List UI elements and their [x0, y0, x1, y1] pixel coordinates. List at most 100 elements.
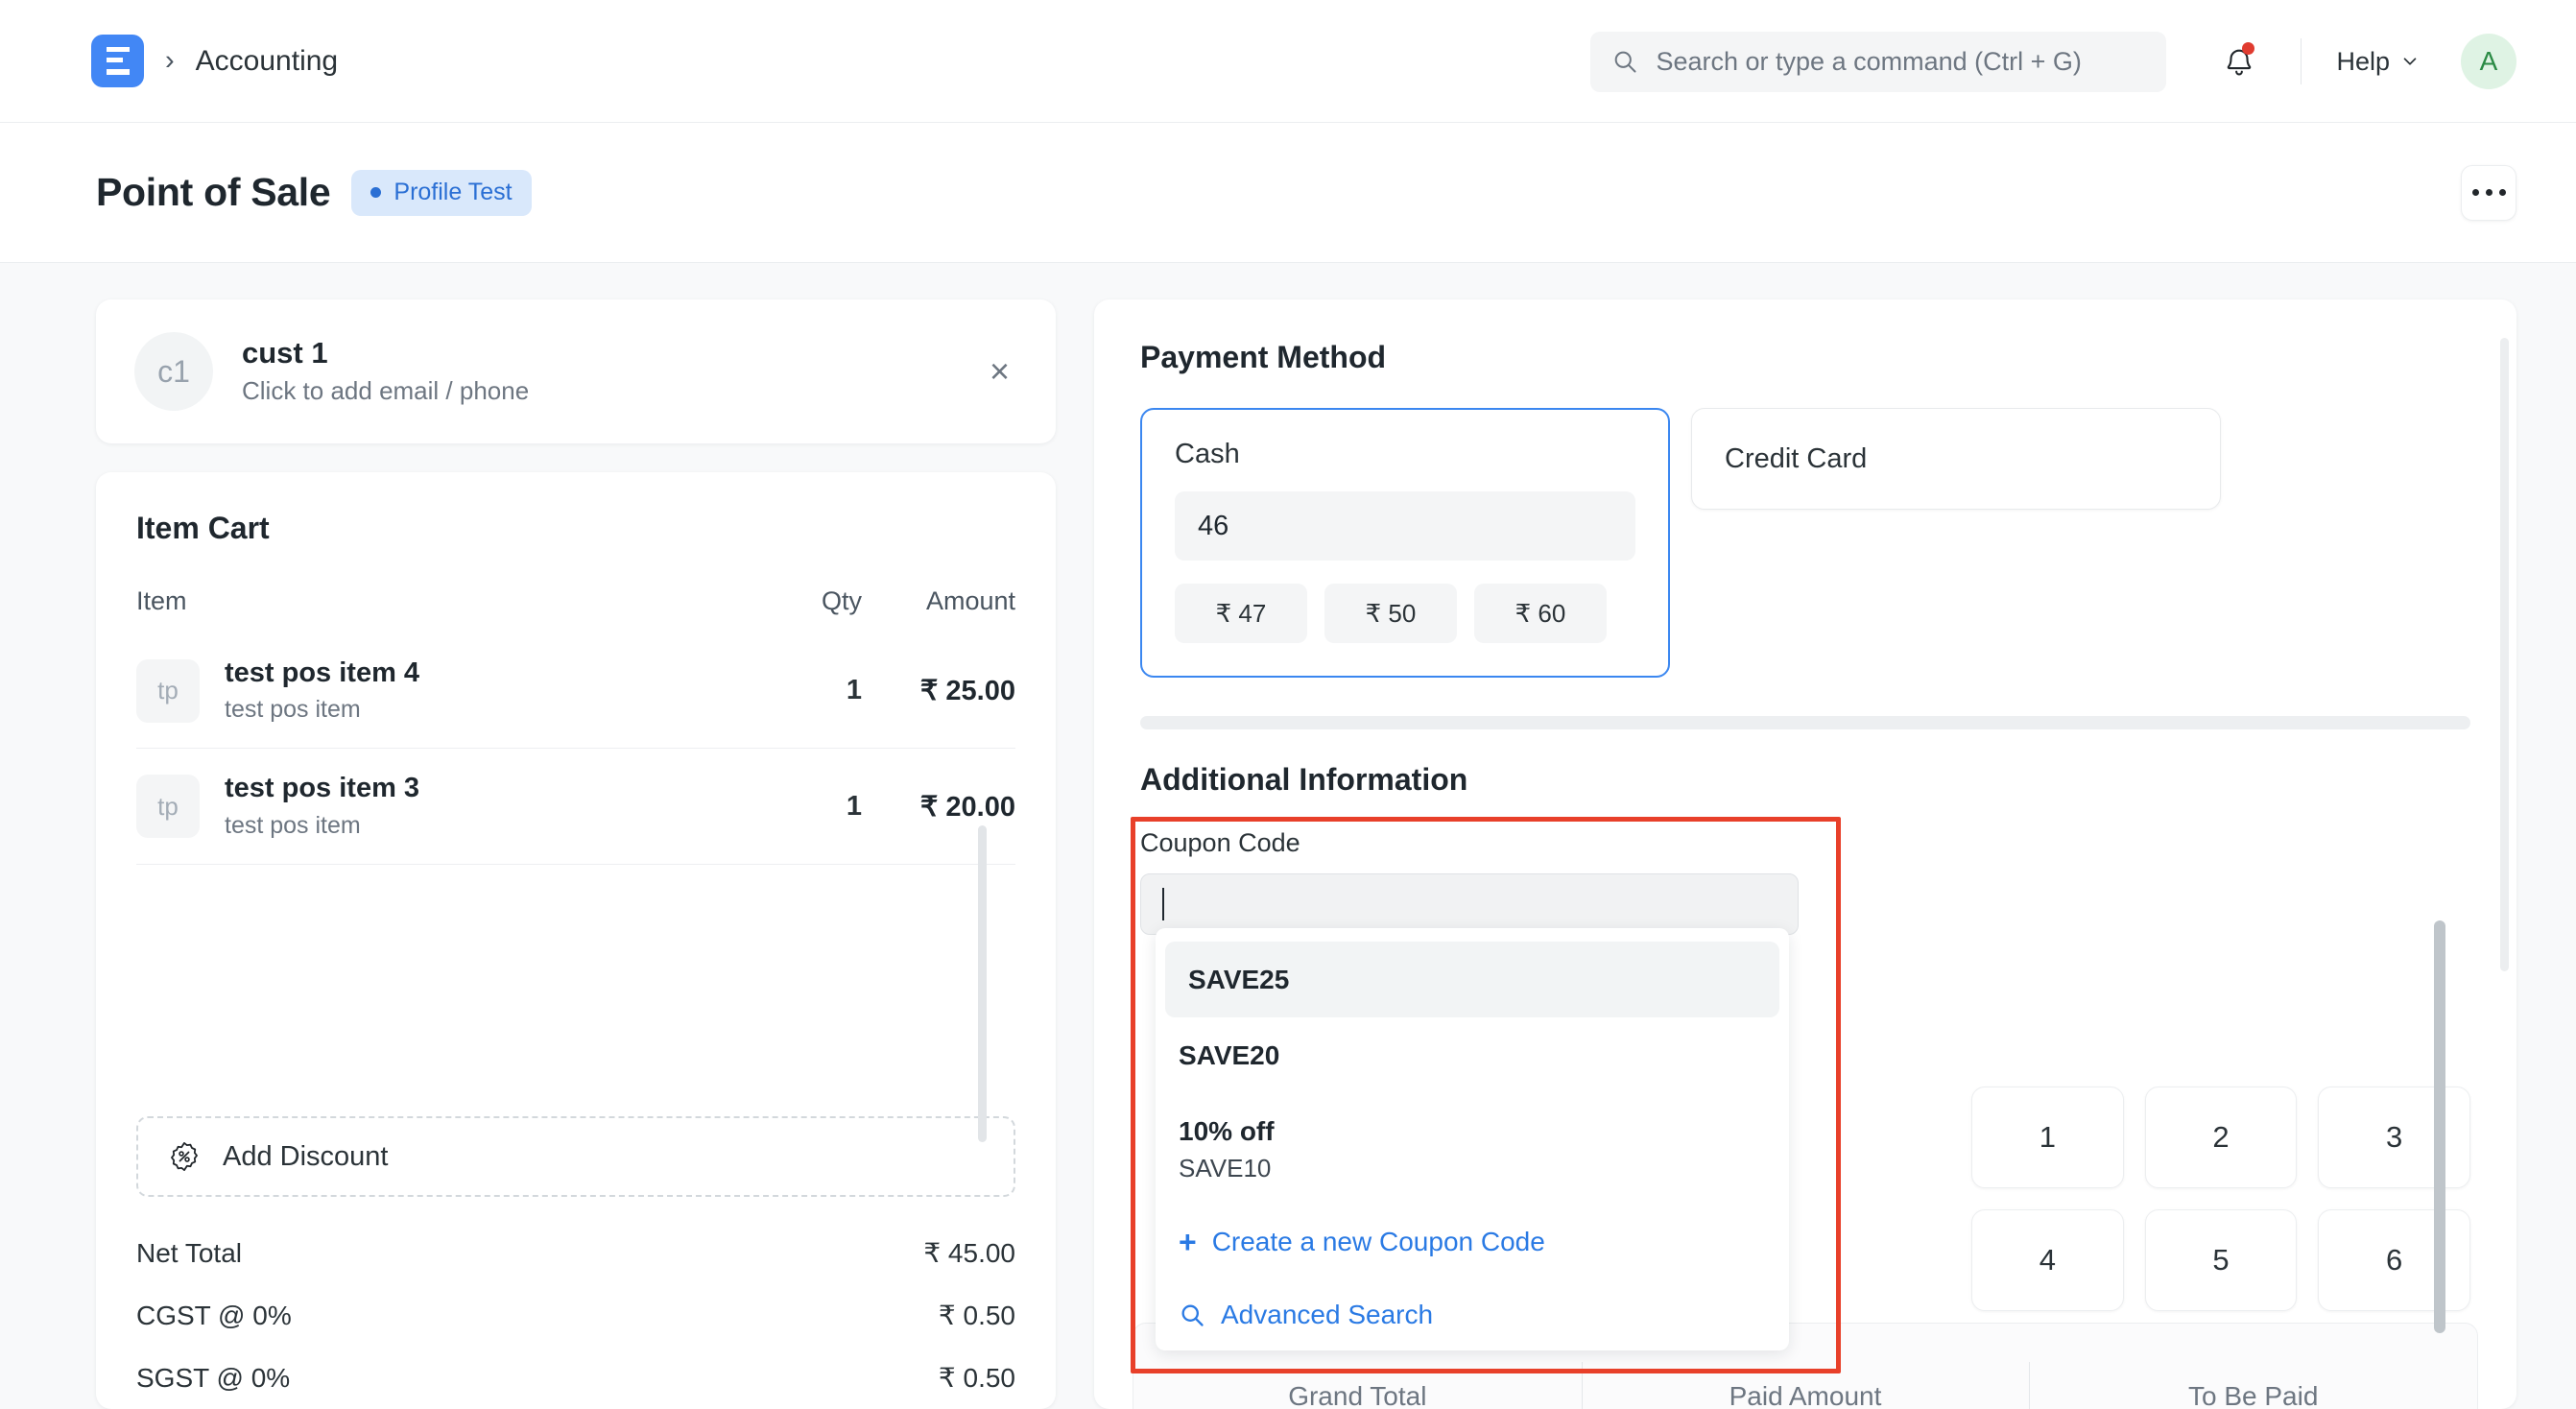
- help-menu[interactable]: Help: [2336, 47, 2421, 77]
- cash-shortcut-1[interactable]: ₹ 47: [1175, 584, 1307, 643]
- grand-total-label: Grand Total: [1288, 1381, 1427, 1409]
- pos-profile-badge[interactable]: Profile Test: [351, 169, 532, 216]
- cgst-label: CGST @ 0%: [136, 1300, 292, 1330]
- total-row-sgst: SGST @ 0% ₹ 0.50: [136, 1347, 1015, 1409]
- pos-body: c1 cust 1 Click to add email / phone × I…: [0, 263, 2576, 1409]
- payment-method-cash-label: Cash: [1175, 439, 1240, 469]
- item-description: test pos item: [225, 696, 361, 724]
- item-name: test pos item 3: [225, 773, 420, 804]
- dropdown-scrollbar[interactable]: [2434, 920, 2445, 1333]
- dropdown-option-sublabel: SAVE10: [1179, 1153, 1272, 1182]
- to-be-paid-label: To Be Paid: [2029, 1362, 2477, 1409]
- item-cart-card: Item Cart Item Qty Amount tp test pos it…: [96, 472, 1056, 1409]
- avatar-initial: A: [2479, 46, 2498, 76]
- create-new-coupon-code-action[interactable]: + Create a new Coupon Code: [1156, 1206, 1789, 1278]
- chevron-down-icon: [2403, 58, 2417, 65]
- cart-column: c1 cust 1 Click to add email / phone × I…: [96, 299, 1056, 1409]
- numpad-key-3[interactable]: 3: [2318, 1087, 2470, 1188]
- remove-customer-icon[interactable]: ×: [990, 351, 1010, 392]
- payment-method-cash[interactable]: Cash 46 ₹ 47 ₹ 50 ₹ 60: [1140, 408, 1670, 678]
- search-input[interactable]: Search or type a command (Ctrl + G): [1590, 31, 2167, 92]
- table-row[interactable]: tp test pos item 4 test pos item 1 ₹ 25.…: [136, 633, 1015, 750]
- customer-text: cust 1 Click to add email / phone: [242, 333, 529, 410]
- customer-subtitle[interactable]: Click to add email / phone: [242, 373, 529, 410]
- net-total-label: Net Total: [136, 1237, 242, 1268]
- item-amount: ₹ 20.00: [919, 791, 1015, 823]
- cart-header-item: Item: [136, 586, 187, 615]
- additional-information-section: Coupon Code SAVE25 SAVE20 10% off SAVE10…: [1131, 817, 2470, 1373]
- total-row-net: Net Total ₹ 45.00: [136, 1222, 1015, 1284]
- net-total-value: ₹ 45.00: [923, 1238, 1015, 1268]
- customer-avatar: c1: [134, 332, 213, 411]
- help-label: Help: [2336, 46, 2390, 76]
- section-divider[interactable]: [1140, 716, 2470, 729]
- status-dot-icon: [370, 187, 382, 198]
- item-name: test pos item 4: [225, 657, 420, 688]
- item-description: test pos item: [225, 811, 361, 839]
- dropdown-option-label: SAVE25: [1188, 965, 1290, 994]
- cart-header-amount: Amount: [925, 586, 1015, 615]
- cash-shortcut-2[interactable]: ₹ 50: [1324, 584, 1457, 643]
- search-placeholder: Search or type a command (Ctrl + G): [1656, 46, 2082, 76]
- cash-amount-input[interactable]: 46: [1175, 491, 1635, 561]
- numpad-key-2[interactable]: 2: [2144, 1087, 2298, 1188]
- item-qty: 1: [846, 675, 862, 706]
- customer-name: cust 1: [242, 336, 328, 370]
- payment-column: Payment Method Cash 46 ₹ 47 ₹ 50 ₹ 60 Cr…: [1094, 299, 2516, 1409]
- breadcrumb: › Accounting: [91, 35, 338, 87]
- coupon-code-input[interactable]: [1140, 873, 1799, 935]
- payment-panel: Payment Method Cash 46 ₹ 47 ₹ 50 ₹ 60 Cr…: [1094, 299, 2516, 1409]
- notifications-button[interactable]: [2212, 35, 2266, 88]
- numpad-key-1[interactable]: 1: [1971, 1087, 2124, 1188]
- cgst-value: ₹ 0.50: [938, 1301, 1015, 1330]
- cart-rows: tp test pos item 4 test pos item 1 ₹ 25.…: [136, 633, 1015, 1142]
- cart-column-headers: Item Qty Amount: [136, 586, 1015, 616]
- cart-scrollbar[interactable]: [978, 825, 987, 1142]
- item-thumbnail: tp: [136, 775, 200, 839]
- page-menu-button[interactable]: [2461, 164, 2516, 221]
- customer-avatar-initials: c1: [157, 353, 190, 389]
- navbar-divider: [2301, 38, 2302, 84]
- customer-card[interactable]: c1 cust 1 Click to add email / phone ×: [96, 299, 1056, 443]
- sgst-value: ₹ 0.50: [938, 1363, 1015, 1393]
- page-title: Point of Sale: [96, 170, 331, 214]
- advanced-search-label: Advanced Search: [1221, 1300, 1434, 1330]
- payment-method-title: Payment Method: [1140, 340, 1387, 374]
- cash-shortcut-3[interactable]: ₹ 60: [1474, 584, 1607, 643]
- create-new-coupon-label: Create a new Coupon Code: [1211, 1227, 1545, 1257]
- dropdown-option-label: 10% off: [1179, 1116, 1275, 1147]
- item-thumbnail: tp: [136, 658, 200, 723]
- text-caret: [1162, 888, 1164, 920]
- pos-profile-label: Profile Test: [394, 179, 513, 205]
- numpad-key-4[interactable]: 4: [1971, 1209, 2124, 1311]
- payment-method-credit-card[interactable]: Credit Card: [1691, 408, 2221, 510]
- cash-shortcuts: ₹ 47 ₹ 50 ₹ 60: [1175, 584, 1635, 643]
- item-qty: 1: [846, 790, 862, 822]
- sgst-label: SGST @ 0%: [136, 1362, 291, 1393]
- search-icon: [1615, 51, 1636, 73]
- dropdown-option-save10[interactable]: 10% off SAVE10: [1156, 1093, 1789, 1206]
- advanced-search-action[interactable]: Advanced Search: [1156, 1278, 1789, 1350]
- total-row-cgst: CGST @ 0% ₹ 0.50: [136, 1284, 1015, 1347]
- cart-totals: Net Total ₹ 45.00 CGST @ 0% ₹ 0.50 SGST …: [136, 1197, 1015, 1409]
- search-icon: [1181, 1304, 1204, 1326]
- add-discount-button[interactable]: Add Discount: [136, 1116, 1015, 1197]
- breadcrumb-separator-icon: ›: [165, 45, 175, 76]
- item-thumb-initials: tp: [157, 791, 179, 821]
- item-text: test pos item 3 test pos item: [225, 770, 737, 842]
- numpad-key-5[interactable]: 5: [2144, 1209, 2298, 1311]
- panel-scrollbar[interactable]: [2500, 338, 2509, 971]
- dropdown-option-save25[interactable]: SAVE25: [1165, 942, 1779, 1018]
- breadcrumb-accounting[interactable]: Accounting: [196, 45, 338, 78]
- percent-badge-icon: [171, 1142, 198, 1171]
- dropdown-option-save20[interactable]: SAVE20: [1156, 1017, 1789, 1093]
- erpnext-logo-icon[interactable]: [91, 35, 144, 87]
- numpad-key-6[interactable]: 6: [2318, 1209, 2470, 1311]
- payment-methods: Cash 46 ₹ 47 ₹ 50 ₹ 60 Credit Card: [1140, 408, 2470, 678]
- coupon-code-dropdown: SAVE25 SAVE20 10% off SAVE10 + Create a …: [1156, 928, 1789, 1350]
- table-row[interactable]: tp test pos item 3 test pos item 1 ₹ 20.…: [136, 749, 1015, 865]
- item-amount: ₹ 25.00: [919, 676, 1015, 707]
- item-cart-title: Item Cart: [136, 511, 270, 545]
- item-thumb-initials: tp: [157, 676, 179, 705]
- avatar[interactable]: A: [2461, 34, 2516, 89]
